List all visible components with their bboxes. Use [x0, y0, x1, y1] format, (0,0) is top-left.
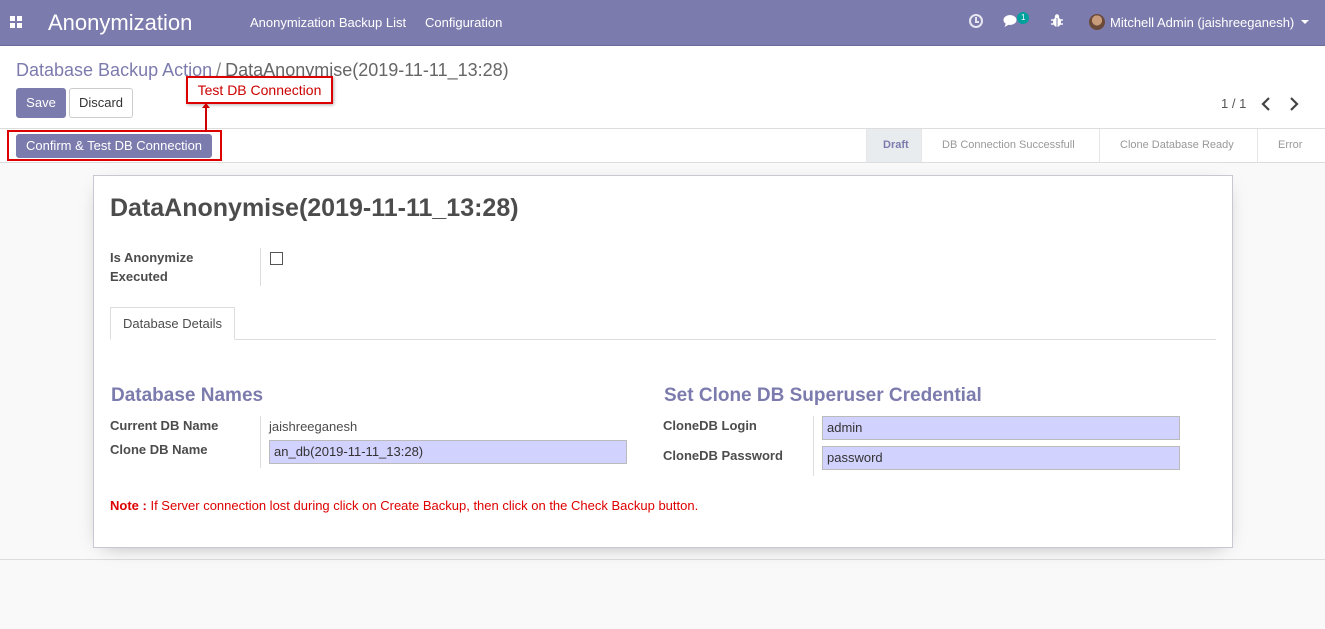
- is-anonymize-executed-checkbox[interactable]: [270, 252, 283, 265]
- status-stages: Draft DB Connection Successfull Clone Da…: [866, 129, 1325, 162]
- current-db-name-label: Current DB Name: [110, 418, 219, 433]
- save-button[interactable]: Save: [16, 88, 66, 118]
- pager-value[interactable]: 1 / 1: [1221, 96, 1246, 111]
- breadcrumb-parent[interactable]: Database Backup Action: [16, 60, 212, 80]
- current-db-name-value: jaishreeganesh: [269, 419, 358, 434]
- record-title: DataAnonymise(2019-11-11_13:28): [110, 194, 519, 222]
- top-navbar: Anonymization Anonymization Backup List …: [0, 0, 1325, 46]
- tab-database-details[interactable]: Database Details: [110, 307, 235, 340]
- database-names-group-title: Database Names: [111, 385, 264, 406]
- clone-db-name-label: Clone DB Name: [110, 442, 208, 457]
- stage-clone-database-ready[interactable]: Clone Database Ready: [1099, 129, 1257, 162]
- is-anonymize-label-line2: Executed: [110, 269, 168, 284]
- tab-divider: [110, 339, 1216, 340]
- stage-draft[interactable]: Draft: [866, 129, 921, 162]
- app-brand[interactable]: Anonymization: [48, 10, 192, 36]
- form-sheet: DataAnonymise(2019-11-11_13:28) Is Anony…: [93, 175, 1233, 548]
- callout-highlight-box: [7, 130, 222, 161]
- user-avatar[interactable]: [1089, 14, 1105, 30]
- bug-icon[interactable]: [1050, 13, 1064, 32]
- pager-previous-icon[interactable]: [1261, 97, 1271, 114]
- clonedb-login-label: CloneDB Login: [663, 418, 757, 433]
- clone-db-name-input[interactable]: an_db(2019-11-11_13:28): [269, 440, 627, 464]
- field-divider: [260, 416, 261, 468]
- discard-button[interactable]: Discard: [69, 88, 133, 118]
- backup-note: Note : If Server connection lost during …: [110, 498, 698, 513]
- caret-down-icon[interactable]: [1301, 20, 1309, 24]
- clonedb-login-input[interactable]: admin: [822, 416, 1180, 440]
- note-prefix: Note :: [110, 498, 147, 513]
- chat-count-badge: 1: [1017, 12, 1030, 24]
- apps-menu-icon[interactable]: [10, 16, 22, 28]
- stage-error[interactable]: Error: [1257, 129, 1325, 162]
- clonedb-password-input[interactable]: password: [822, 446, 1180, 470]
- is-anonymize-executed-label: Is Anonymize Executed: [110, 248, 230, 286]
- user-menu[interactable]: Mitchell Admin (jaishreeganesh): [1110, 15, 1294, 30]
- is-anonymize-label-line1: Is Anonymize: [110, 250, 194, 265]
- menu-item-configuration[interactable]: Configuration: [425, 15, 502, 30]
- clone-db-credential-group-title: Set Clone DB Superuser Credential: [664, 385, 982, 406]
- stage-db-connection-successfull[interactable]: DB Connection Successfull: [921, 129, 1099, 162]
- clonedb-password-label: CloneDB Password: [663, 448, 783, 463]
- field-divider: [813, 416, 814, 476]
- note-text: If Server connection lost during click o…: [146, 498, 699, 513]
- menu-item-backup-list[interactable]: Anonymization Backup List: [250, 15, 406, 30]
- callout-arrow: [202, 103, 210, 130]
- callout-label: Test DB Connection: [186, 76, 333, 104]
- field-divider: [260, 248, 261, 286]
- pager-next-icon[interactable]: [1289, 97, 1299, 114]
- clock-icon[interactable]: [969, 14, 983, 28]
